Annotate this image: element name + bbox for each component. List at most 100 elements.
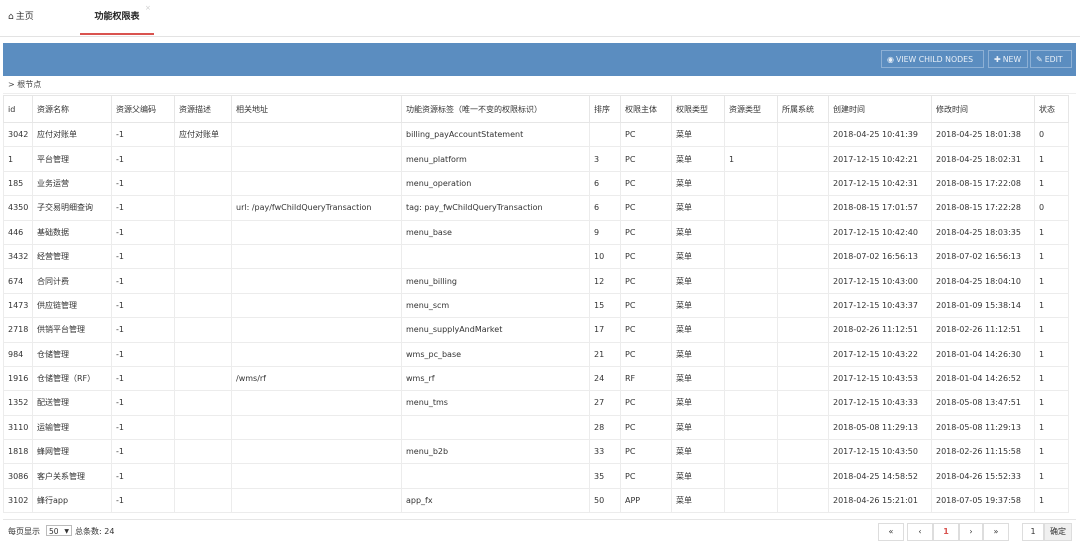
- table-cell: 2017-12-15 10:43:00: [828, 268, 932, 294]
- tab-home[interactable]: ⌂ 主页: [8, 0, 34, 34]
- column-header[interactable]: 所属系统: [777, 95, 829, 123]
- column-header[interactable]: 权限主体: [620, 95, 672, 123]
- table-row[interactable]: 1916 仓储管理（RF） -1/wms/rf wms_rf 24 RF 菜单 2017-12…: [3, 365, 1069, 392]
- column-header[interactable]: 资源描述: [174, 95, 232, 123]
- table-row[interactable]: 446 基础数据 -1 menu_base 9 PC 菜单 2017-12-15 10:42:…: [3, 219, 1069, 245]
- table-cell: 2017-12-15 10:43:33: [828, 390, 932, 416]
- view-child-nodes-button[interactable]: ◉ VIEW CHILD NODES: [881, 50, 984, 68]
- table-row[interactable]: 1818 蜂网管理 -1 menu_b2b 33 PC 菜单 2017-12-15 10:43…: [3, 439, 1069, 465]
- column-header[interactable]: 资源类型: [724, 95, 778, 123]
- table-cell: 菜单: [671, 195, 725, 221]
- tab-function-permissions[interactable]: 功能权限表: [80, 0, 154, 35]
- table-row[interactable]: 674 合同计费 -1 menu_billing 12 PC 菜单 2017-12-15 10…: [3, 268, 1069, 294]
- home-icon: ⌂: [8, 12, 14, 22]
- table-cell: 2017-12-15 10:43:53: [828, 365, 932, 392]
- column-header[interactable]: 功能资源标签（唯一不变的权限标识）: [401, 95, 590, 123]
- table-cell: 1: [1034, 243, 1069, 270]
- table-cell: 33: [589, 439, 621, 465]
- table-cell: 菜单: [671, 170, 725, 197]
- table-cell: 2018-04-26 15:52:33: [931, 463, 1035, 489]
- table-cell: [231, 121, 402, 148]
- table-row[interactable]: 3086 客户关系管理 -1 35 PC 菜单 2018-04-25 14:58:52 201…: [3, 463, 1069, 489]
- eye-icon: ◉: [887, 55, 894, 64]
- table-cell: [174, 365, 232, 392]
- edit-icon: ✎: [1036, 55, 1043, 64]
- breadcrumb[interactable]: > 根节点: [3, 76, 1076, 94]
- table-cell: [724, 341, 778, 367]
- next-page-button[interactable]: ›: [959, 523, 983, 541]
- column-header[interactable]: 资源名称: [32, 95, 112, 123]
- table-cell: 2017-12-15 10:43:50: [828, 439, 932, 465]
- column-header[interactable]: 状态: [1034, 95, 1069, 123]
- table-row[interactable]: 3432 经营管理 -1 10 PC 菜单 2018-07-02 16:56:13 2018-…: [3, 243, 1069, 270]
- table-cell: -1: [111, 219, 175, 245]
- table-cell: menu_platform: [401, 146, 590, 172]
- page-size-value: 50: [49, 527, 59, 536]
- table-cell: -1: [111, 268, 175, 294]
- table-cell: [174, 243, 232, 270]
- table-cell: 2018-05-08 13:47:51: [931, 390, 1035, 416]
- column-header[interactable]: 相关地址: [231, 95, 402, 123]
- table-cell: -1: [111, 146, 175, 172]
- table-cell: 1: [1034, 146, 1069, 172]
- last-page-button[interactable]: »: [983, 523, 1009, 541]
- table-row[interactable]: 3102 蜂行app -1 app_fx 50 APP 菜单 2018-04-26 15:21…: [3, 487, 1069, 514]
- table-cell: [401, 414, 590, 441]
- column-header[interactable]: 创建时间: [828, 95, 932, 123]
- page-jump-go-button[interactable]: 确定: [1044, 523, 1072, 541]
- table-cell: 2018-05-08 11:29:13: [828, 414, 932, 441]
- table-row[interactable]: 2718 供销平台管理 -1 menu_supplyAndMarket 17 PC 菜单 20…: [3, 317, 1069, 343]
- column-header[interactable]: 排序: [589, 95, 621, 123]
- new-button[interactable]: ✚ NEW: [988, 50, 1028, 68]
- table-cell: [231, 292, 402, 319]
- table-row[interactable]: 1 平台管理 -1 menu_platform 3 PC 菜单 1 2017-12-15 10:…: [3, 146, 1069, 172]
- table-row[interactable]: 1473 供应链管理 -1 menu_scm 15 PC 菜单 2017-12-15 10:4…: [3, 292, 1069, 319]
- table-cell: [777, 121, 829, 148]
- table-cell: 子交易明细查询: [32, 195, 112, 221]
- table-cell: [231, 170, 402, 197]
- table-cell: [724, 195, 778, 221]
- table-cell: PC: [620, 219, 672, 245]
- column-header[interactable]: id: [3, 95, 33, 123]
- edit-label: EDIT: [1044, 55, 1063, 64]
- table-row[interactable]: 1352 配送管理 -1 menu_tms 27 PC 菜单 2017-12-15 10:43…: [3, 390, 1069, 416]
- table-cell: 菜单: [671, 487, 725, 514]
- table-row[interactable]: 3110 运输管理 -1 28 PC 菜单 2018-05-08 11:29:13 2018-…: [3, 414, 1069, 441]
- table-row[interactable]: 4350 子交易明细查询 -1 url: /pay/fwChildQueryTrans…: [3, 195, 1069, 221]
- table-cell: [174, 463, 232, 489]
- edit-button[interactable]: ✎ EDIT: [1030, 50, 1072, 68]
- column-header[interactable]: 权限类型: [671, 95, 725, 123]
- table-cell: 3: [589, 146, 621, 172]
- table-cell: 1473: [3, 292, 33, 319]
- table-cell: 3086: [3, 463, 33, 489]
- table-cell: 1916: [3, 365, 33, 392]
- table-cell: [724, 390, 778, 416]
- table-cell: APP: [620, 487, 672, 514]
- table-cell: [174, 317, 232, 343]
- table-cell: [724, 487, 778, 514]
- table-cell: 2018-07-05 19:37:58: [931, 487, 1035, 514]
- column-header[interactable]: 修改时间: [931, 95, 1035, 123]
- table-cell: 1: [1034, 219, 1069, 245]
- close-tab-icon[interactable]: ×: [145, 4, 151, 12]
- page-jump-input[interactable]: 1: [1022, 523, 1044, 541]
- table-cell: [589, 121, 621, 148]
- table-cell: -1: [111, 390, 175, 416]
- table-cell: menu_base: [401, 219, 590, 245]
- page-size-select[interactable]: 50 ▼: [46, 525, 72, 536]
- table-cell: [174, 341, 232, 367]
- table-cell: 1: [1034, 463, 1069, 489]
- table-cell: [777, 195, 829, 221]
- table-cell: 2017-12-15 10:42:31: [828, 170, 932, 197]
- prev-page-button[interactable]: ‹: [907, 523, 933, 541]
- table-cell: [231, 463, 402, 489]
- table-cell: 菜单: [671, 317, 725, 343]
- first-page-button[interactable]: «: [878, 523, 904, 541]
- column-header[interactable]: 资源父编码: [111, 95, 175, 123]
- current-page-button[interactable]: 1: [933, 523, 959, 541]
- table-row[interactable]: 3042 应付对账单 -1 应付对账单 billing_payAccountStatem…: [3, 121, 1069, 148]
- table-row[interactable]: 984 仓储管理 -1 wms_pc_base 21 PC 菜单 2017-12-15 10:…: [3, 341, 1069, 367]
- table-row[interactable]: 185 业务运营 -1 menu_operation 6 PC 菜单 2017-12-15 1…: [3, 170, 1069, 197]
- table-cell: 674: [3, 268, 33, 294]
- table-cell: 菜单: [671, 121, 725, 148]
